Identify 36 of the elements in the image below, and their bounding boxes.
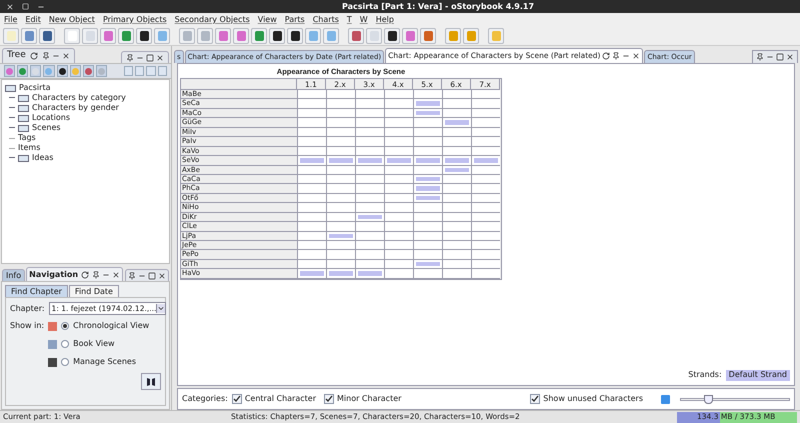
menu-item[interactable]: Primary Objects xyxy=(102,14,167,26)
checkbox-label[interactable]: Central Character xyxy=(244,393,316,405)
tree-item[interactable]: Characters by gender xyxy=(32,103,119,113)
radio-label[interactable]: Chronological View xyxy=(73,320,150,332)
menu-item[interactable]: View xyxy=(258,14,277,26)
show-in-label: Show in: xyxy=(10,320,44,332)
tree-item[interactable]: Scenes xyxy=(32,123,61,133)
menu-item[interactable]: Charts xyxy=(312,14,339,26)
menu-item[interactable]: W xyxy=(360,14,368,26)
tree-item[interactable]: Tags xyxy=(18,133,36,143)
tree-item[interactable]: Items xyxy=(18,143,40,153)
checkbox-label[interactable]: Minor Character xyxy=(337,393,402,405)
menu-item[interactable]: Edit xyxy=(25,14,41,26)
radio-label[interactable]: Book View xyxy=(73,338,115,350)
strand-tag: Default Strand xyxy=(726,370,790,380)
chapter-label: Chapter: xyxy=(10,302,45,314)
menu-item[interactable]: T xyxy=(346,14,352,26)
tree-item[interactable]: Locations xyxy=(32,113,70,123)
tree-item[interactable]: Pacsirta xyxy=(19,83,50,93)
tree-item[interactable]: Ideas xyxy=(32,153,54,163)
radio-label[interactable]: Manage Scenes xyxy=(73,356,136,368)
categories-label: Categories: xyxy=(182,393,228,405)
strands-label: Strands: xyxy=(688,369,722,381)
menu-item[interactable]: Secondary Objects xyxy=(174,14,250,26)
window-title: Pacsirta [Part 1: Vera] - oStorybook 4.9.17 xyxy=(342,0,534,12)
menu-item[interactable]: New Object xyxy=(48,14,95,26)
menu-item[interactable]: Help xyxy=(376,14,394,26)
menu-item[interactable]: File xyxy=(4,14,18,26)
panel-tab[interactable]: Info xyxy=(2,269,26,281)
tree-item[interactable]: Characters by category xyxy=(32,93,126,103)
tree-tab[interactable]: Tree xyxy=(2,48,75,63)
tab[interactable]: Find Date xyxy=(68,285,119,297)
tab[interactable]: Find Chapter xyxy=(5,285,68,297)
menu-item[interactable]: Parts xyxy=(284,14,305,26)
panel-tab[interactable]: Navigation xyxy=(26,267,124,281)
checkbox-label[interactable]: Show unused Characters xyxy=(543,393,643,405)
